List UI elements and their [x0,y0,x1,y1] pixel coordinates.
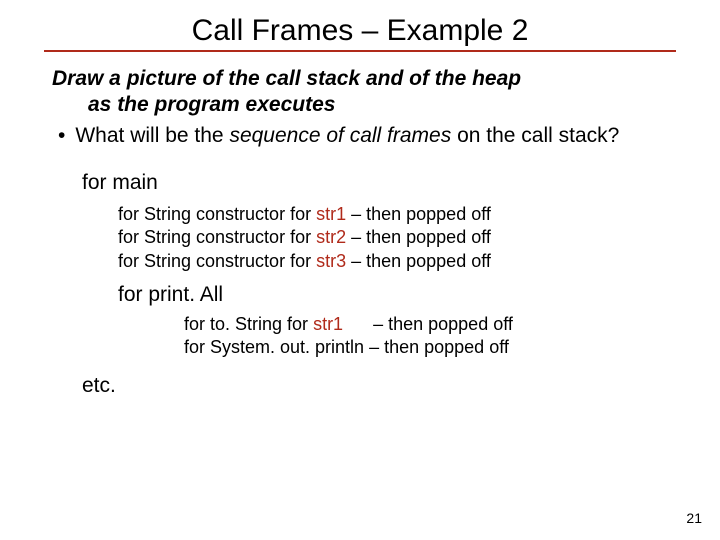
lead-line1: Draw a picture of the call stack and of … [52,67,521,90]
p1-hl: str1 [313,314,343,334]
constructor-lines: for String constructor for str1 – then p… [118,203,676,273]
page-number: 21 [686,510,702,526]
bullet-italic: sequence of call frames [229,124,451,147]
cons1-hl: str1 [316,204,346,224]
cons-line-2: for String constructor for str2 – then p… [118,226,676,249]
bullet-marker: • [58,123,75,149]
cons2-pre: for String constructor for [118,227,316,247]
slide-title: Call Frames – Example 2 [44,14,676,48]
print-line-1: for to. String for str1 – then popped of… [184,313,676,336]
bullet-pre: What will be the [75,124,229,147]
etc-line: etc. [82,374,676,398]
p2-pre: for System. out. println [184,337,369,357]
p1-post: – then popped off [373,314,513,334]
for-printall-line: for print. All [118,283,676,307]
p1-pre: for to. String for [184,314,313,334]
cons1-pre: for String constructor for [118,204,316,224]
cons3-hl: str3 [316,251,346,271]
cons-line-1: for String constructor for str1 – then p… [118,203,676,226]
p1-gap [343,314,373,334]
cons-line-3: for String constructor for str3 – then p… [118,250,676,273]
bullet-text: What will be the sequence of call frames… [75,123,619,149]
title-rule [44,50,676,52]
bullet-post: on the call stack? [451,124,619,147]
lead-line2: as the program executes [52,92,676,118]
cons3-pre: for String constructor for [118,251,316,271]
cons1-post: – then popped off [346,204,491,224]
cons3-post: – then popped off [346,251,491,271]
lead-text: Draw a picture of the call stack and of … [44,66,676,119]
p2-post: – then popped off [369,337,509,357]
for-main-line: for main [82,171,676,195]
print-lines: for to. String for str1 – then popped of… [184,313,676,360]
cons2-post: – then popped off [346,227,491,247]
bullet-item: • What will be the sequence of call fram… [44,123,676,149]
print-line-2: for System. out. println – then popped o… [184,336,676,359]
cons2-hl: str2 [316,227,346,247]
